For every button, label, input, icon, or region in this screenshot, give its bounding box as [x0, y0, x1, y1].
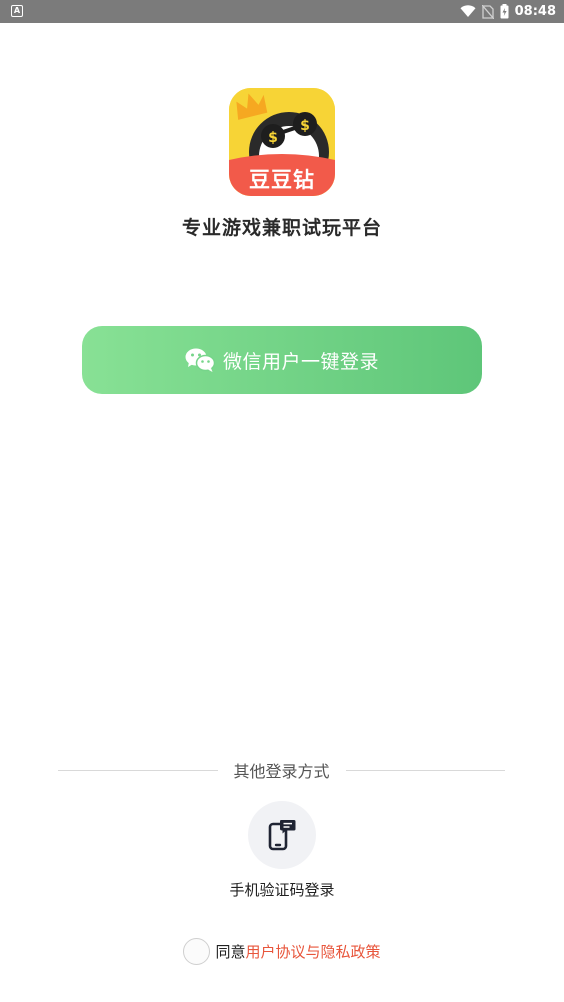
divider-line-right — [345, 769, 506, 771]
svg-text:$: $ — [300, 118, 310, 134]
agreement-checkbox[interactable] — [183, 937, 211, 965]
app-logo: $ $ 豆豆钻 — [229, 88, 335, 196]
wifi-icon — [460, 5, 476, 17]
phone-message-icon — [268, 820, 296, 851]
battery-charging-icon — [500, 4, 509, 19]
wechat-login-label: 微信用户一键登录 — [222, 350, 379, 373]
no-sim-icon — [481, 4, 494, 19]
login-screen: A 08:48 $ $ 豆豆钻 专业游戏兼职试玩平台 微信用户一键登录 其他登录… — [0, 0, 564, 1002]
phone-login-button[interactable] — [248, 801, 316, 869]
app-tagline: 专业游戏兼职试玩平台 — [181, 217, 382, 239]
divider-line-left — [58, 769, 218, 771]
other-login-divider: 其他登录方式 — [58, 756, 506, 784]
status-time: 08:48 — [514, 4, 556, 19]
other-login-title: 其他登录方式 — [233, 762, 330, 781]
status-icons: 08:48 — [460, 2, 556, 21]
wechat-icon — [185, 348, 215, 372]
agreement-policy-link[interactable]: 用户协议与隐私政策 — [246, 941, 381, 962]
wechat-login-button[interactable]: 微信用户一键登录 — [82, 326, 482, 394]
app-logo-text: 豆豆钻 — [249, 168, 315, 192]
notification-a-icon: A — [11, 5, 23, 17]
agreement-row: 同意 用户协议与隐私政策 — [0, 937, 564, 965]
status-bar: A 08:48 — [0, 0, 564, 23]
agreement-prefix: 同意 — [215, 942, 246, 961]
phone-login-label[interactable]: 手机验证码登录 — [0, 879, 564, 900]
svg-text:$: $ — [268, 130, 278, 146]
